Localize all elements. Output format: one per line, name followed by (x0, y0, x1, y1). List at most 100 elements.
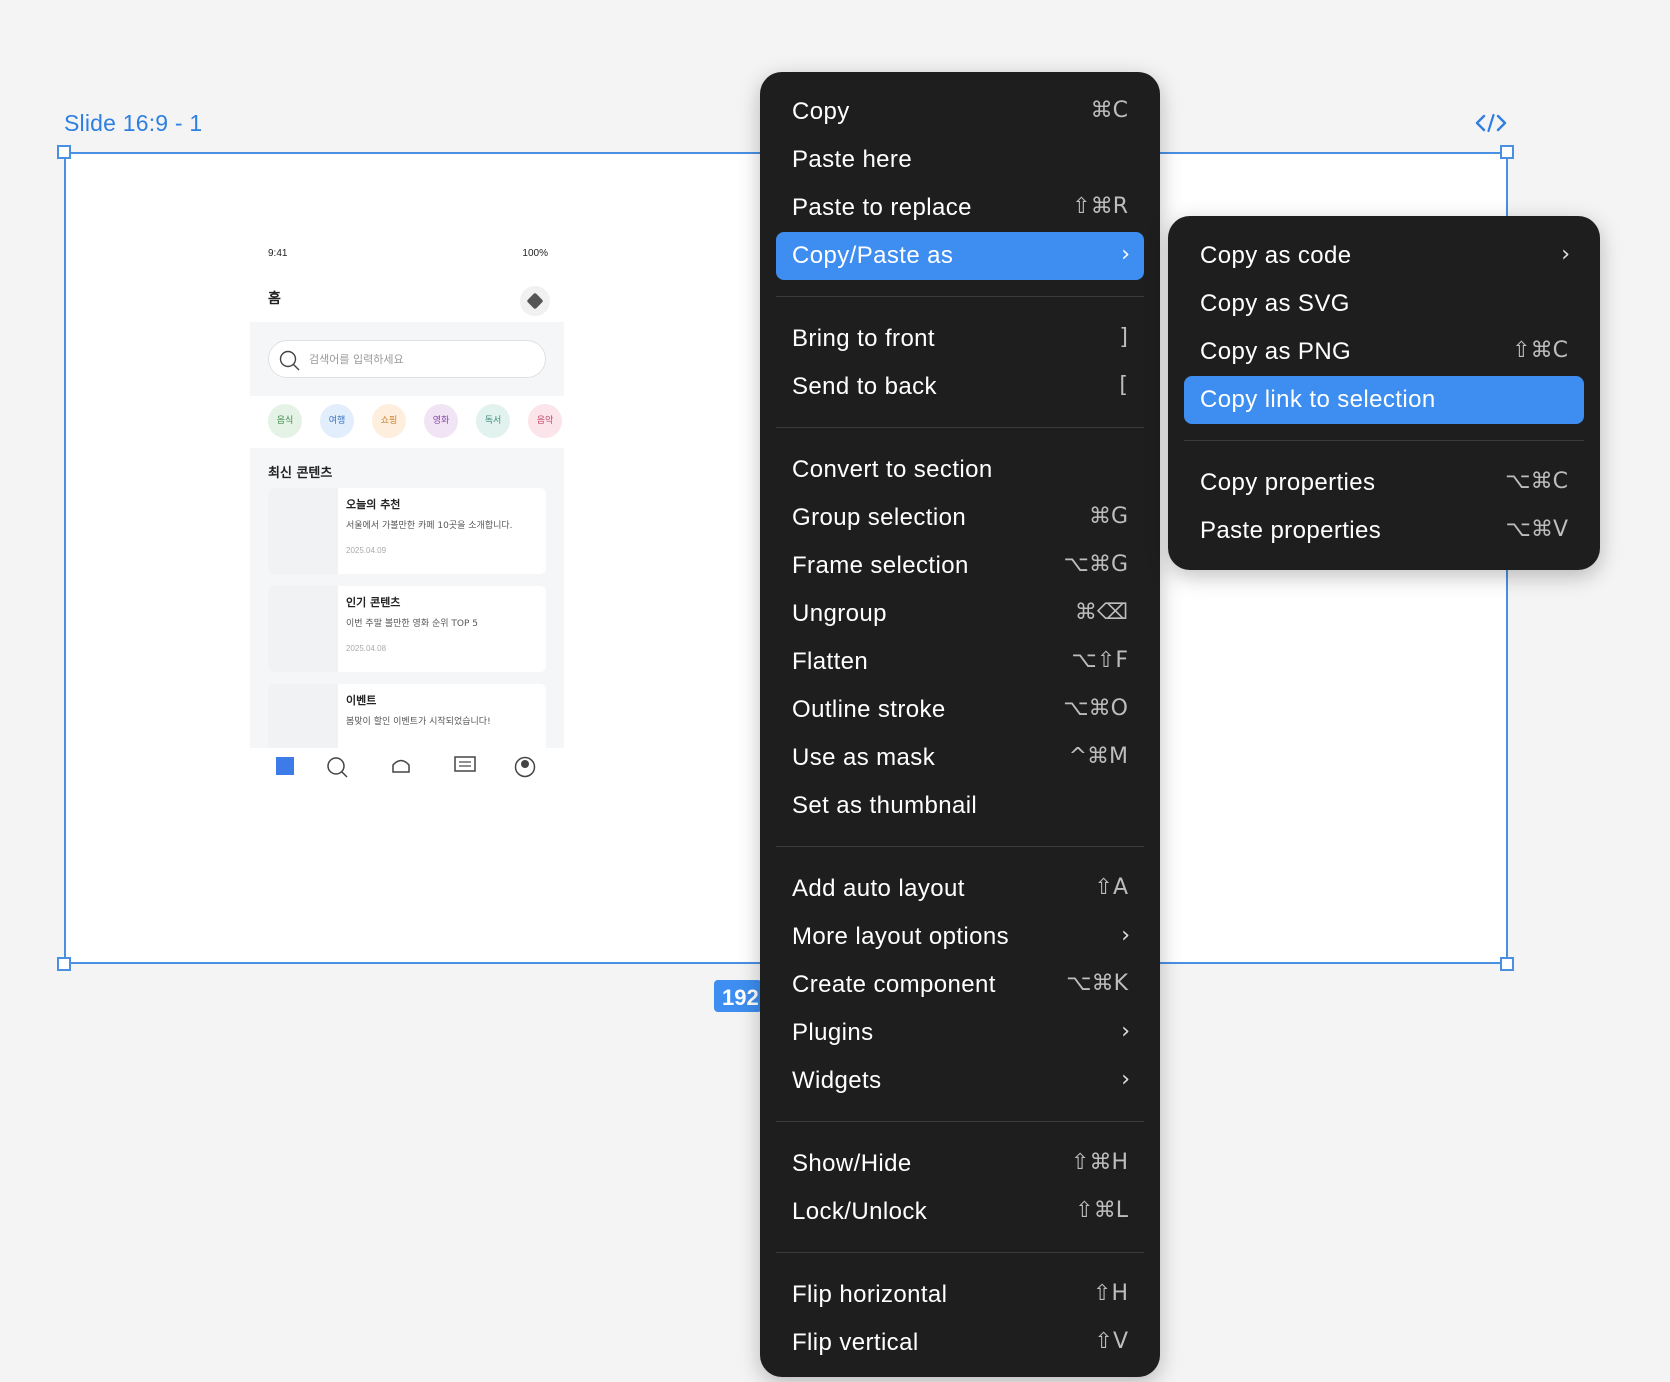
menu-item-label: Create component (792, 971, 996, 998)
status-battery: 100% (522, 248, 548, 259)
menu-separator (776, 427, 1144, 428)
menu-item-paste-to-replace[interactable]: Paste to replace ⇧⌘R (776, 184, 1144, 232)
page-title: 홈 (268, 290, 281, 306)
menu-item-label: Ungroup (792, 600, 887, 627)
menu-item-label: Copy link to selection (1200, 386, 1436, 413)
category-chip[interactable]: 음식 (268, 404, 302, 438)
menu-item-send-to-back[interactable]: Send to back [ (776, 363, 1144, 411)
diamond-icon[interactable] (520, 286, 550, 316)
category-chip[interactable]: 여행 (320, 404, 354, 438)
menu-item-shortcut: ⌥⇧F (1071, 648, 1128, 673)
content-card[interactable]: 이벤트 봄맞이 할인 이벤트가 시작되었습니다! (268, 684, 546, 748)
menu-item-plugins[interactable]: Plugins › (776, 1009, 1144, 1057)
menu-item-ungroup[interactable]: Ungroup ⌘⌫ (776, 590, 1144, 638)
menu-item-label: Plugins (792, 1019, 874, 1046)
menu-item-shortcut: [ (1119, 373, 1128, 398)
menu-item-shortcut: ⌘C (1090, 98, 1128, 123)
menu-item-label: Group selection (792, 504, 967, 531)
menu-item-copy-properties[interactable]: Copy properties ⌥⌘C (1184, 459, 1584, 507)
menu-item-paste-here[interactable]: Paste here (776, 136, 1144, 184)
menu-item-label: Paste to replace (792, 194, 972, 221)
menu-item-label: Copy properties (1200, 469, 1376, 496)
bottom-tab-bar (250, 748, 564, 784)
menu-item-label: Flip horizontal (792, 1281, 948, 1308)
menu-item-shortcut: ⌘G (1088, 504, 1128, 529)
copy-paste-as-submenu: Copy as code › Copy as SVG Copy as PNG ⇧⌘C Co… (1168, 216, 1600, 570)
menu-item-label: Convert to section (792, 456, 993, 483)
menu-item-add-auto-layout[interactable]: Add auto layout ⇧A (776, 865, 1144, 913)
menu-item-shortcut: ⌥⌘C (1505, 469, 1568, 494)
menu-item-label: Lock/Unlock (792, 1198, 928, 1225)
menu-item-widgets[interactable]: Widgets › (776, 1057, 1144, 1105)
menu-item-label: Add auto layout (792, 875, 965, 902)
menu-item-show-hide[interactable]: Show/Hide ⇧⌘H (776, 1140, 1144, 1188)
menu-item-copy[interactable]: Copy ⌘C (776, 88, 1144, 136)
content-card[interactable]: 인기 콘텐츠 이번 주말 볼만한 영화 순위 TOP 5 2025.04.08 (268, 586, 546, 672)
menu-item-shortcut: ] (1119, 325, 1128, 350)
list-tab-icon[interactable] (454, 756, 476, 774)
menu-item-copy-as-png[interactable]: Copy as PNG ⇧⌘C (1184, 328, 1584, 376)
menu-separator (776, 1252, 1144, 1253)
chevron-right-icon: › (1121, 1067, 1130, 1092)
category-chip[interactable]: 음악 (528, 404, 562, 438)
menu-item-label: Copy as PNG (1200, 338, 1352, 365)
code-icon[interactable] (1474, 112, 1508, 134)
content-card[interactable]: 오늘의 추천 서울에서 가볼만한 카페 10곳을 소개합니다. 2025.04.… (268, 488, 546, 574)
search-input[interactable] (309, 349, 529, 369)
menu-item-shortcut: ⇧H (1093, 1281, 1128, 1306)
search-bar[interactable] (268, 340, 546, 378)
card-title: 인기 콘텐츠 (346, 596, 401, 609)
menu-item-label: Copy as SVG (1200, 290, 1350, 317)
menu-item-flip-horizontal[interactable]: Flip horizontal ⇧H (776, 1271, 1144, 1319)
card-description: 봄맞이 할인 이벤트가 시작되었습니다! (346, 717, 491, 727)
status-time: 9:41 (268, 248, 288, 259)
frame-label[interactable]: Slide 16:9 - 1 (64, 110, 202, 137)
menu-item-copy-paste-as[interactable]: Copy/Paste as › (776, 232, 1144, 280)
resize-handle-bottom-left[interactable] (57, 957, 71, 971)
menu-item-outline-stroke[interactable]: Outline stroke ⌥⌘O (776, 686, 1144, 734)
menu-item-label: Show/Hide (792, 1150, 912, 1177)
resize-handle-top-right[interactable] (1500, 145, 1514, 159)
search-section (250, 322, 564, 396)
menu-item-frame-selection[interactable]: Frame selection ⌥⌘G (776, 542, 1144, 590)
menu-item-label: Paste properties (1200, 517, 1382, 544)
resize-handle-top-left[interactable] (57, 145, 71, 159)
menu-item-copy-as-code[interactable]: Copy as code › (1184, 232, 1584, 280)
category-chip[interactable]: 영화 (424, 404, 458, 438)
menu-item-convert-to-section[interactable]: Convert to section (776, 446, 1144, 494)
menu-item-label: Use as mask (792, 744, 936, 771)
menu-item-label: Widgets (792, 1067, 882, 1094)
menu-item-more-layout-options[interactable]: More layout options › (776, 913, 1144, 961)
menu-item-use-as-mask[interactable]: Use as mask ^⌘M (776, 734, 1144, 782)
menu-item-bring-to-front[interactable]: Bring to front] (776, 315, 1144, 363)
menu-item-shortcut: ⇧⌘H (1071, 1150, 1128, 1175)
frame-size-badge: 192 (714, 980, 762, 1012)
menu-item-shortcut: ⇧V (1094, 1329, 1128, 1354)
menu-item-flip-vertical[interactable]: Flip vertical ⇧V (776, 1319, 1144, 1367)
menu-item-group-selection[interactable]: Group selection ⌘G (776, 494, 1144, 542)
menu-item-label: Set as thumbnail (792, 792, 978, 819)
card-date: 2025.04.08 (346, 644, 387, 653)
category-chip[interactable]: 독서 (476, 404, 510, 438)
menu-item-shortcut: ⇧⌘R (1072, 194, 1128, 219)
bell-tab-icon[interactable] (390, 756, 412, 776)
resize-handle-bottom-right[interactable] (1500, 957, 1514, 971)
menu-item-set-as-thumbnail[interactable]: Set as thumbnail (776, 782, 1144, 830)
menu-item-flatten[interactable]: Flatten ⌥⇧F (776, 638, 1144, 686)
menu-item-shortcut: ⌥⌘O (1063, 696, 1128, 721)
menu-separator (776, 1121, 1144, 1122)
menu-item-label: Flip vertical (792, 1329, 919, 1356)
menu-item-lock-unlock[interactable]: Lock/Unlock ⇧⌘L (776, 1188, 1144, 1236)
menu-item-label: Outline stroke (792, 696, 946, 723)
menu-item-copy-link-to-selection[interactable]: Copy link to selection (1184, 376, 1584, 424)
menu-item-copy-as-svg[interactable]: Copy as SVG (1184, 280, 1584, 328)
home-tab-icon[interactable] (275, 756, 295, 776)
feed-title: 최신 콘텐츠 (268, 466, 333, 481)
search-tab-icon[interactable] (326, 756, 348, 778)
category-chip[interactable]: 쇼핑 (372, 404, 406, 438)
chevron-right-icon: › (1561, 242, 1570, 267)
menu-item-paste-properties[interactable]: Paste properties ⌥⌘V (1184, 507, 1584, 555)
profile-tab-icon[interactable] (514, 756, 536, 778)
menu-item-create-component[interactable]: Create component ⌥⌘K (776, 961, 1144, 1009)
phone-mockup[interactable]: 9:41 100% 홈 음식 여행 쇼핑 영화 독서 음악 최신 콘텐츠 오늘의… (250, 236, 564, 784)
